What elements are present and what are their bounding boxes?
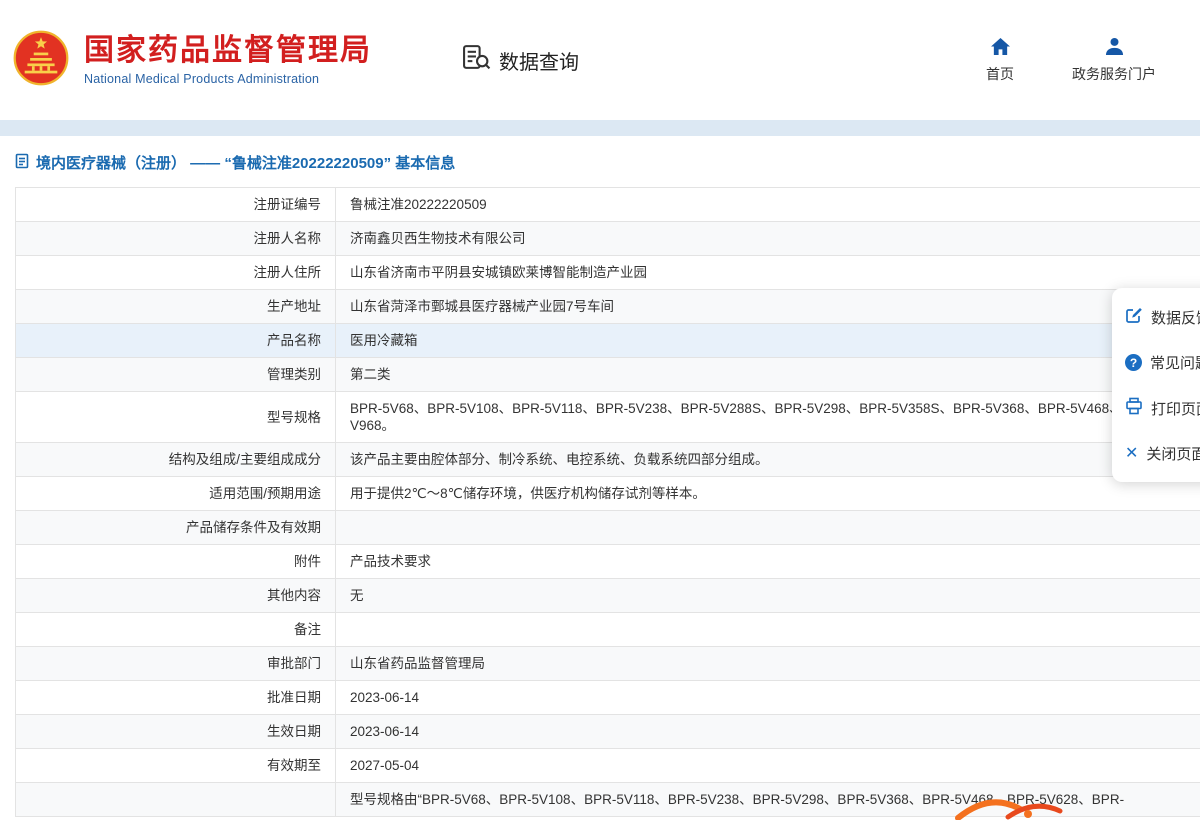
agency-logo[interactable]: 国家药品监督管理局 National Medical Products Admi… bbox=[12, 29, 372, 92]
table-row: 有效期至2027-05-04 bbox=[16, 749, 1200, 783]
close-icon: ✕ bbox=[1125, 445, 1138, 462]
panel-item-label: 常见问题 bbox=[1150, 352, 1200, 373]
table-row: 注册人名称济南鑫贝西生物技术有限公司 bbox=[16, 222, 1200, 256]
panel-item-print[interactable]: 打印页面 bbox=[1112, 385, 1200, 431]
row-value: BPR-5V68、BPR-5V108、BPR-5V118、BPR-5V238、B… bbox=[336, 392, 1200, 443]
row-label: 注册人住所 bbox=[16, 256, 336, 290]
row-label: 产品储存条件及有效期 bbox=[16, 511, 336, 545]
row-value: 用于提供2℃～8℃储存环境，供医疗机构储存试剂等样本。 bbox=[336, 477, 1200, 511]
panel-item-label: 关闭页面 bbox=[1146, 443, 1200, 464]
table-row: 生效日期2023-06-14 bbox=[16, 715, 1200, 749]
table-row: 备注 bbox=[16, 613, 1200, 647]
table-row: 适用范围/预期用途用于提供2℃～8℃储存环境，供医疗机构储存试剂等样本。 bbox=[16, 477, 1200, 511]
agency-name-cn: 国家药品监督管理局 bbox=[84, 34, 372, 69]
row-value: 型号规格由“BPR-5V68、BPR-5V108、BPR-5V118、BPR-5… bbox=[336, 783, 1200, 817]
registration-info-table: 注册证编号鲁械注准20222220509注册人名称济南鑫贝西生物技术有限公司注册… bbox=[15, 187, 1200, 817]
table-row: 附件产品技术要求 bbox=[16, 545, 1200, 579]
table-row: 型号规格由“BPR-5V68、BPR-5V108、BPR-5V118、BPR-5… bbox=[16, 783, 1200, 817]
row-label: 注册证编号 bbox=[16, 188, 336, 222]
user-icon bbox=[1104, 37, 1125, 59]
row-value: 无 bbox=[336, 579, 1200, 613]
table-row: 注册证编号鲁械注准20222220509 bbox=[16, 188, 1200, 222]
page-title: 境内医疗器械（注册） —— “鲁械注准20222220509” 基本信息 bbox=[15, 152, 1200, 173]
document-icon bbox=[15, 153, 29, 173]
row-value bbox=[336, 511, 1200, 545]
row-label: 生效日期 bbox=[16, 715, 336, 749]
row-label: 批准日期 bbox=[16, 681, 336, 715]
table-row: 审批部门山东省药品监督管理局 bbox=[16, 647, 1200, 681]
question-icon: ? bbox=[1125, 354, 1142, 371]
row-value: 山东省药品监督管理局 bbox=[336, 647, 1200, 681]
data-query-link[interactable]: 数据查询 bbox=[462, 44, 579, 77]
home-icon bbox=[990, 37, 1011, 59]
document-search-icon bbox=[462, 44, 491, 77]
table-row: 批准日期2023-06-14 bbox=[16, 681, 1200, 715]
national-emblem-icon bbox=[12, 29, 70, 92]
row-label bbox=[16, 783, 336, 817]
row-label: 型号规格 bbox=[16, 392, 336, 443]
row-value: 济南鑫贝西生物技术有限公司 bbox=[336, 222, 1200, 256]
nav-item-portal[interactable]: 政务服务门户 bbox=[1072, 37, 1156, 84]
row-value: 医用冷藏箱 bbox=[336, 324, 1200, 358]
page-title-text: 境内医疗器械（注册） —— “鲁械注准20222220509” 基本信息 bbox=[36, 152, 455, 173]
row-label: 管理类别 bbox=[16, 358, 336, 392]
nav-label: 首页 bbox=[986, 64, 1014, 84]
table-row: 结构及组成/主要组成成分该产品主要由腔体部分、制冷系统、电控系统、负载系统四部分… bbox=[16, 443, 1200, 477]
row-value: 鲁械注准20222220509 bbox=[336, 188, 1200, 222]
row-value: 2023-06-14 bbox=[336, 681, 1200, 715]
table-row: 型号规格BPR-5V68、BPR-5V108、BPR-5V118、BPR-5V2… bbox=[16, 392, 1200, 443]
nav-label: 政务服务门户 bbox=[1072, 64, 1156, 84]
row-label: 结构及组成/主要组成成分 bbox=[16, 443, 336, 477]
row-value: 山东省济南市平阴县安城镇欧莱博智能制造产业园 bbox=[336, 256, 1200, 290]
table-row: 生产地址山东省菏泽市鄄城县医疗器械产业园7号车间 bbox=[16, 290, 1200, 324]
row-label: 有效期至 bbox=[16, 749, 336, 783]
feedback-icon bbox=[1125, 306, 1143, 328]
panel-item-feedback[interactable]: 数据反馈 bbox=[1112, 294, 1200, 340]
panel-item-faq[interactable]: ? 常见问题 bbox=[1112, 340, 1200, 385]
row-value: 第二类 bbox=[336, 358, 1200, 392]
row-label: 附件 bbox=[16, 545, 336, 579]
row-value: 2027-05-04 bbox=[336, 749, 1200, 783]
row-label: 适用范围/预期用途 bbox=[16, 477, 336, 511]
row-value: 该产品主要由腔体部分、制冷系统、电控系统、负载系统四部分组成。 bbox=[336, 443, 1200, 477]
row-value bbox=[336, 613, 1200, 647]
print-icon bbox=[1125, 397, 1143, 419]
nav-item-home[interactable]: 首页 bbox=[986, 37, 1014, 84]
header-divider-band bbox=[0, 120, 1200, 136]
table-row: 产品名称医用冷藏箱 bbox=[16, 324, 1200, 358]
panel-item-label: 数据反馈 bbox=[1151, 307, 1200, 328]
table-row: 管理类别第二类 bbox=[16, 358, 1200, 392]
row-value: 山东省菏泽市鄄城县医疗器械产业园7号车间 bbox=[336, 290, 1200, 324]
table-row: 注册人住所山东省济南市平阴县安城镇欧莱博智能制造产业园 bbox=[16, 256, 1200, 290]
row-label: 生产地址 bbox=[16, 290, 336, 324]
row-label: 产品名称 bbox=[16, 324, 336, 358]
row-value: 产品技术要求 bbox=[336, 545, 1200, 579]
table-row: 其他内容无 bbox=[16, 579, 1200, 613]
top-nav: 首页 政务服务门户 bbox=[986, 37, 1170, 84]
row-label: 审批部门 bbox=[16, 647, 336, 681]
row-label: 其他内容 bbox=[16, 579, 336, 613]
data-query-label: 数据查询 bbox=[499, 46, 579, 75]
agency-name-en: National Medical Products Administration bbox=[84, 72, 372, 86]
side-tool-panel: 数据反馈 ? 常见问题 打印页面 ✕ 关闭页面 bbox=[1112, 288, 1200, 482]
panel-item-label: 打印页面 bbox=[1151, 398, 1200, 419]
row-value: 2023-06-14 bbox=[336, 715, 1200, 749]
site-header: 国家药品监督管理局 National Medical Products Admi… bbox=[0, 0, 1200, 120]
table-row: 产品储存条件及有效期 bbox=[16, 511, 1200, 545]
panel-item-close[interactable]: ✕ 关闭页面 bbox=[1112, 431, 1200, 476]
row-label: 备注 bbox=[16, 613, 336, 647]
row-label: 注册人名称 bbox=[16, 222, 336, 256]
